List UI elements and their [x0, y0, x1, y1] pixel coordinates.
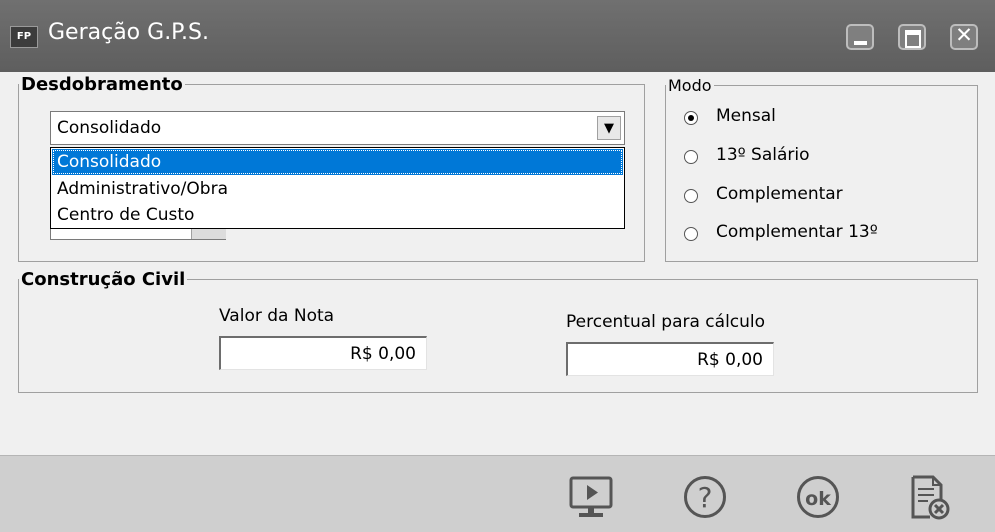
radio-dot[interactable]	[684, 189, 698, 203]
ok-icon: ok	[797, 476, 839, 518]
dropdown-option-consolidado[interactable]: Consolidado	[52, 149, 623, 175]
percentual-input[interactable]: R$ 0,00	[566, 342, 774, 376]
radio-complementar-label: Complementar	[716, 184, 843, 204]
preview-icon	[569, 476, 613, 517]
minimize-icon	[854, 41, 867, 45]
help-icon: ?	[684, 476, 726, 518]
maximize-button[interactable]	[898, 24, 926, 50]
maximize-icon	[905, 30, 921, 48]
radio-13-salario-label: 13º Salário	[716, 145, 810, 165]
help-glyph: ?	[698, 481, 713, 514]
window-title: Geração G.P.S.	[48, 20, 209, 45]
combo-arrow-button[interactable]: ▼	[597, 116, 621, 140]
radio-mensal-label: Mensal	[716, 106, 776, 126]
valor-nota-input[interactable]: R$ 0,00	[219, 336, 427, 370]
close-button[interactable]: ✕	[950, 23, 978, 50]
app-icon: FP	[10, 26, 38, 48]
chevron-down-icon: ▼	[604, 121, 614, 136]
radio-dot[interactable]	[684, 150, 698, 164]
desdobramento-dropdown-list: Consolidado Administrativo/Obra Centro d…	[50, 147, 625, 229]
desdobramento-combobox[interactable]: Consolidado ▼	[50, 111, 625, 145]
cancel-report-icon	[911, 475, 950, 520]
cancel-report-button[interactable]	[906, 474, 952, 520]
radio-dot[interactable]	[684, 227, 698, 241]
valor-nota-value: R$ 0,00	[350, 344, 416, 364]
construcao-civil-legend: Construção Civil	[21, 269, 186, 290]
footer-toolbar: ? ok	[0, 455, 995, 532]
help-button[interactable]: ?	[682, 474, 728, 520]
preview-button[interactable]	[568, 474, 614, 520]
desdobramento-legend: Desdobramento	[21, 74, 183, 95]
construcao-civil-group: Construção Civil	[18, 269, 978, 393]
dropdown-option-administrativo-obra[interactable]: Administrativo/Obra	[52, 176, 623, 202]
ok-button[interactable]: ok	[795, 474, 841, 520]
radio-complementar-13-label: Complementar 13º	[716, 222, 878, 242]
dropdown-option-centro-de-custo[interactable]: Centro de Custo	[52, 202, 623, 228]
modo-legend: Modo	[668, 76, 712, 95]
percentual-label: Percentual para cálculo	[566, 312, 766, 332]
close-icon: ✕	[955, 23, 973, 47]
radio-dot-checked[interactable]	[684, 111, 698, 125]
title-bar[interactable]: FP Geração G.P.S. ✕	[0, 0, 995, 72]
percentual-value: R$ 0,00	[697, 350, 763, 370]
ok-glyph: ok	[805, 488, 831, 510]
gps-window: FP Geração G.P.S. ✕ Desdobramento Consol…	[0, 0, 995, 532]
desdobramento-selected-value: Consolidado	[57, 118, 162, 138]
minimize-button[interactable]	[846, 24, 874, 50]
valor-nota-label: Valor da Nota	[219, 306, 335, 326]
